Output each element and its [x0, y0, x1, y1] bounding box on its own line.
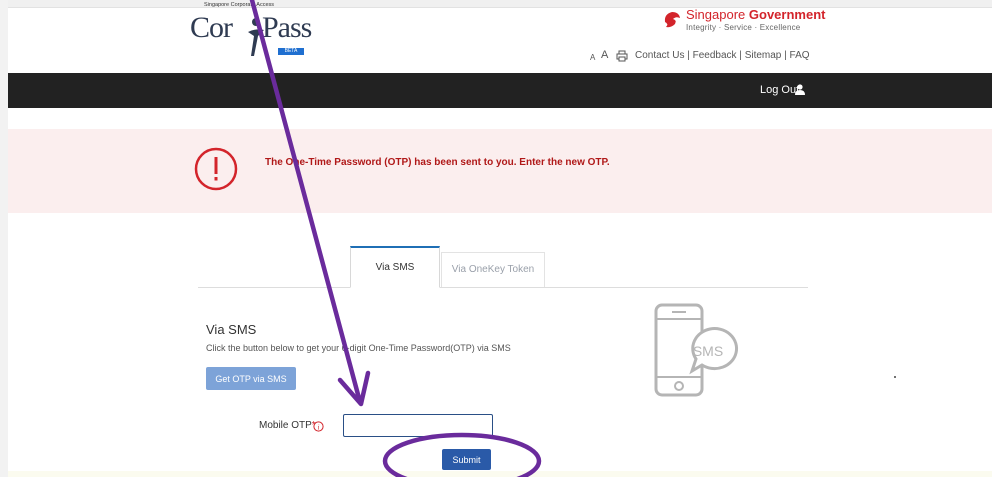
mobile-otp-input[interactable]	[343, 414, 493, 437]
beta-badge: BETA	[278, 48, 304, 55]
tab-via-onekey-token[interactable]: Via OneKey Token	[441, 252, 545, 287]
exclamation-circle-icon	[194, 147, 238, 191]
submit-button[interactable]: Submit	[442, 449, 491, 470]
section-heading: Via SMS	[206, 322, 257, 337]
phone-sms-icon: SMS	[654, 303, 739, 397]
logo-tagline: Singapore Corporate Access	[204, 2, 275, 8]
corppass-logo[interactable]: Singapore Corporate Access Cor Pass BETA	[186, 2, 326, 64]
user-icon[interactable]	[795, 84, 805, 95]
logout-link[interactable]: Log Out	[760, 84, 799, 96]
annotation-arrowhead	[337, 370, 371, 407]
logo-text-pass: Pass	[262, 11, 312, 44]
tab-divider	[198, 287, 808, 288]
singapore-government-logo: Singapore Government Integrity · Service…	[662, 8, 825, 38]
annotation-overlay	[249, 0, 542, 477]
alert-message: The One-Time Password (OTP) has been sen…	[265, 157, 610, 168]
navbar	[8, 73, 992, 108]
logo-text-cor: Cor	[190, 11, 233, 44]
sms-illustration-label: SMS	[693, 343, 723, 359]
bottom-strip	[8, 471, 992, 477]
alert-banner	[8, 129, 992, 213]
print-icon[interactable]	[616, 50, 628, 62]
lion-head-icon	[664, 12, 680, 28]
left-gutter	[0, 0, 8, 477]
font-size-increase[interactable]: A	[601, 49, 608, 61]
section-description: Click the button below to get your 6-dig…	[206, 343, 511, 353]
svg-text:i: i	[318, 424, 320, 432]
get-otp-button[interactable]: Get OTP via SMS	[206, 367, 296, 390]
stray-dot	[894, 376, 896, 378]
top-strip	[0, 0, 992, 8]
info-icon[interactable]: i	[313, 421, 324, 432]
tab-via-sms[interactable]: Via SMS	[350, 246, 440, 288]
mobile-otp-label: Mobile OTP*	[259, 420, 316, 431]
header-links[interactable]: Contact Us | Feedback | Sitemap | FAQ	[635, 50, 810, 62]
gov-title: Singapore Government	[686, 7, 826, 22]
gov-subtitle: Integrity · Service · Excellence	[686, 23, 801, 32]
font-size-decrease[interactable]: A	[590, 52, 595, 64]
